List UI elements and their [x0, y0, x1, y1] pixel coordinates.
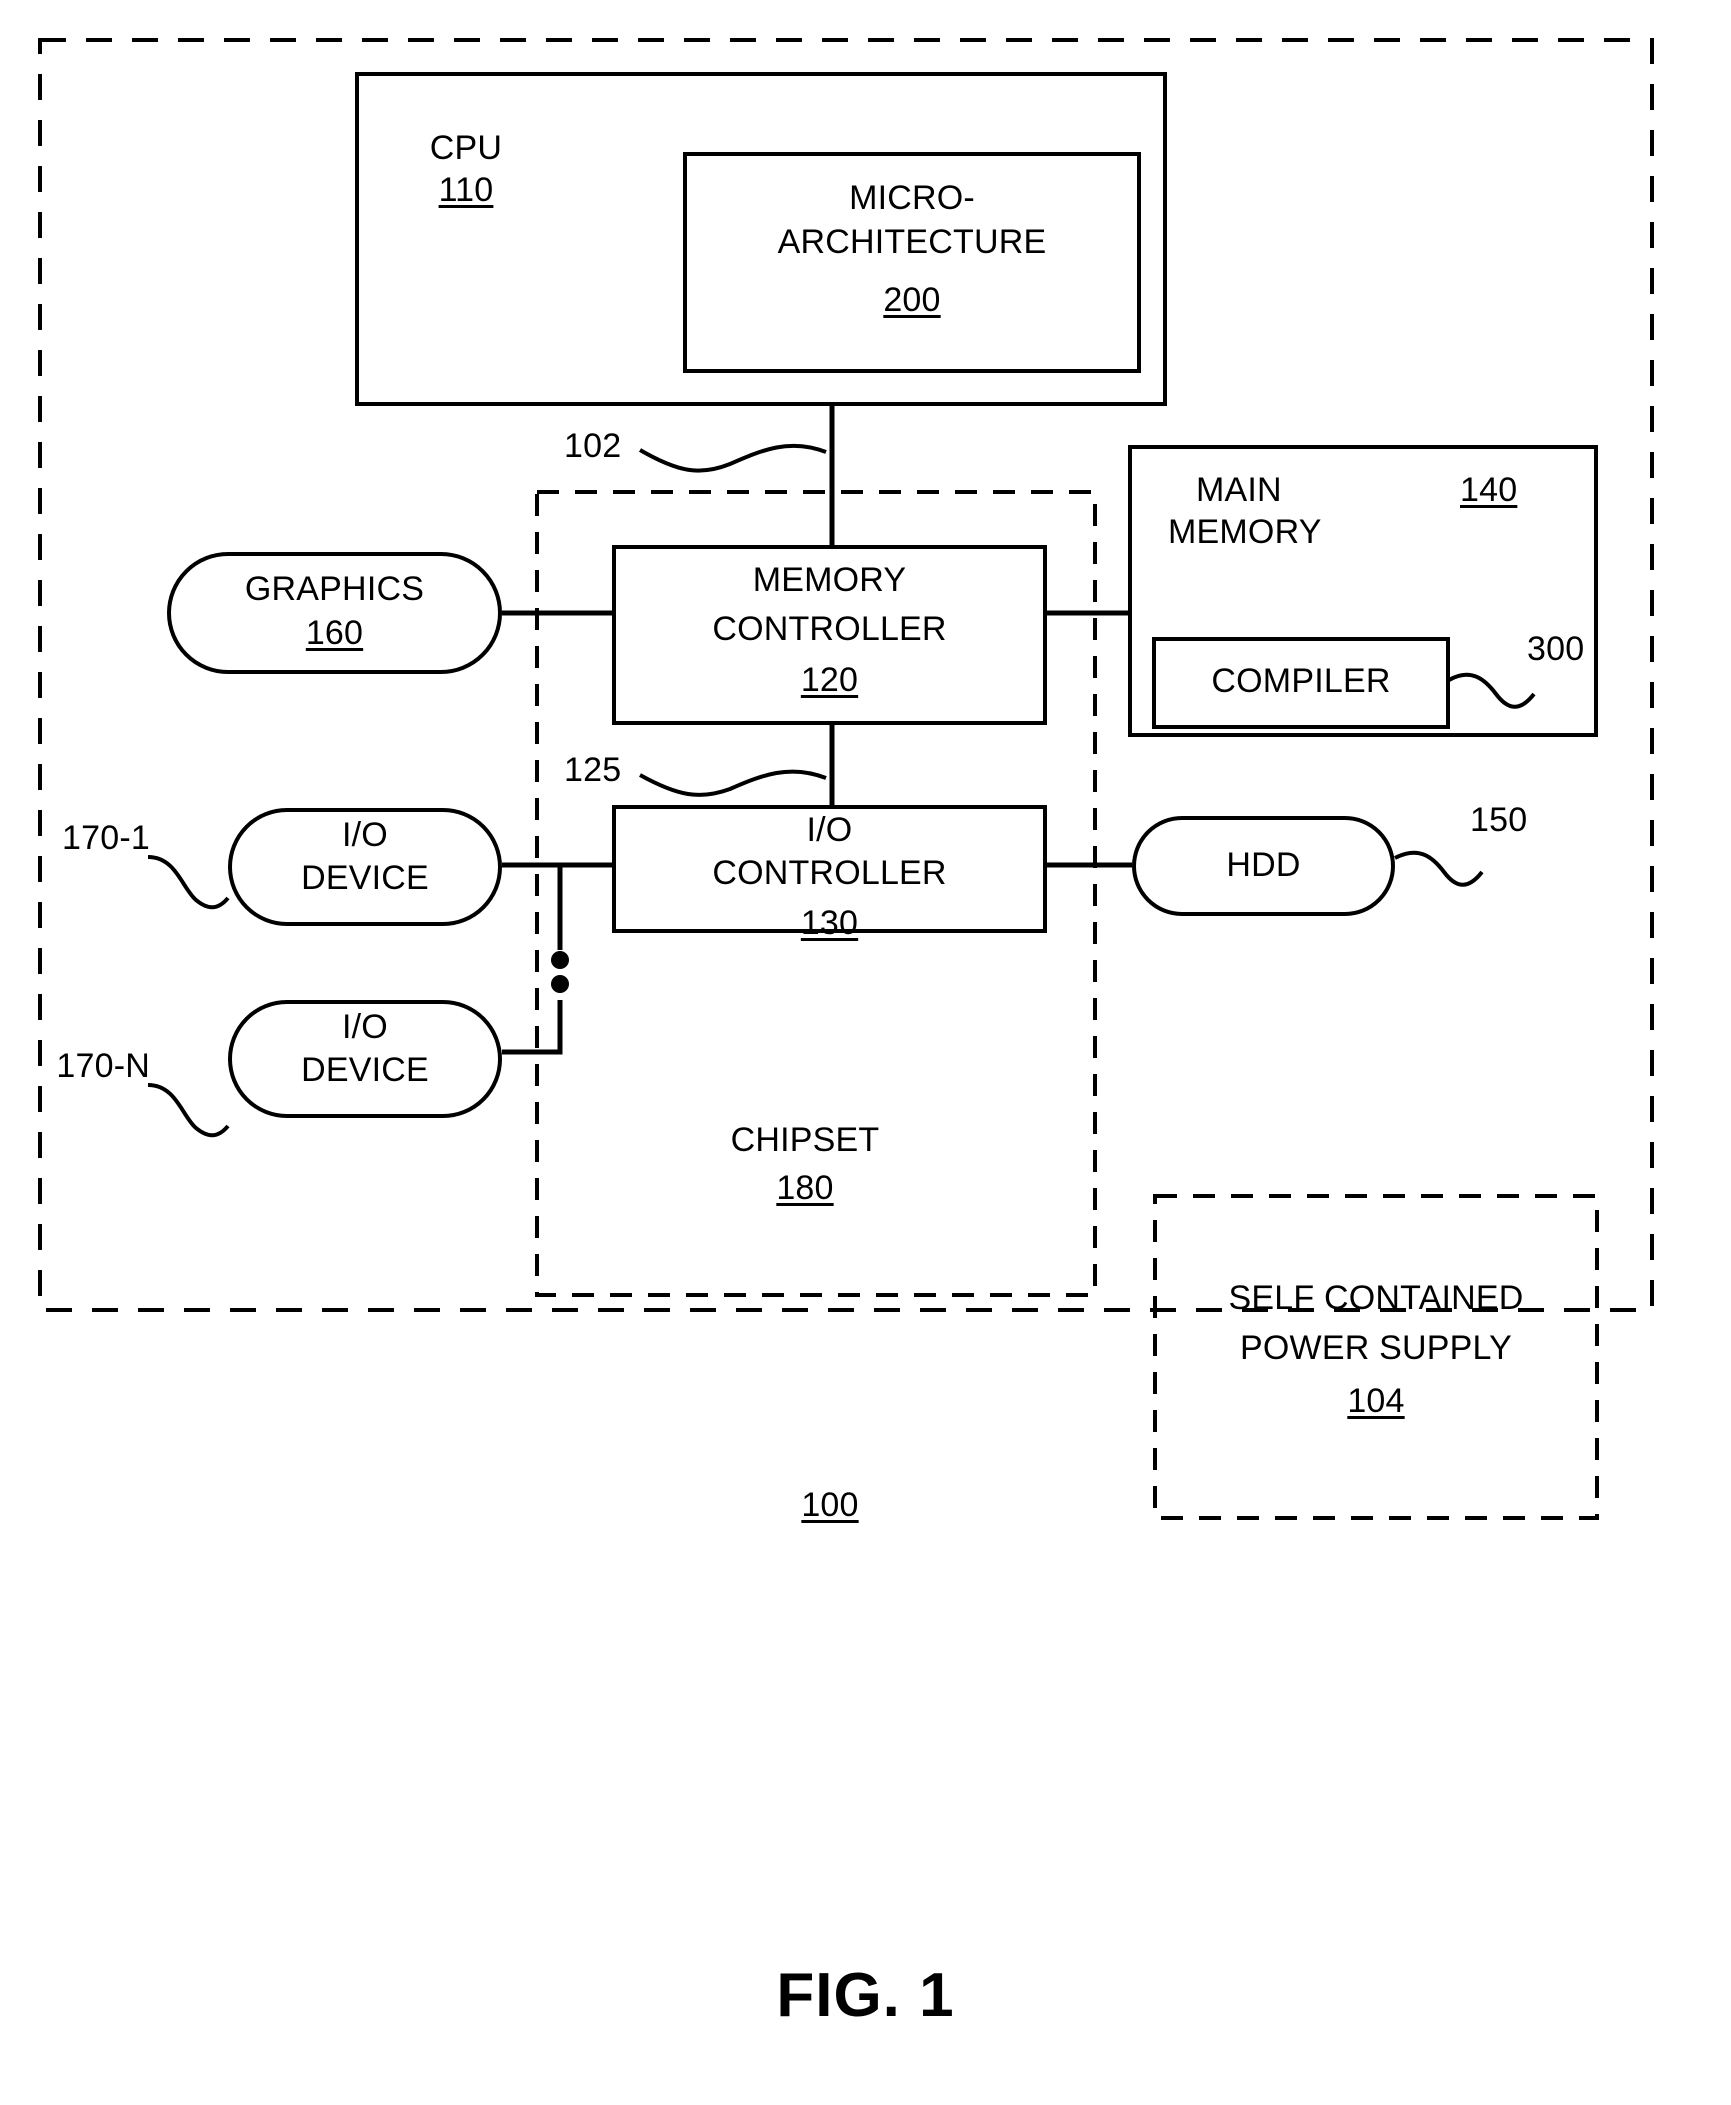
bus-125-ref: 125: [564, 751, 622, 789]
main-memory-label-line1: MAIN: [1196, 471, 1282, 509]
memory-controller-label-line1: MEMORY: [752, 561, 907, 599]
graphics-label: GRAPHICS: [244, 570, 425, 608]
io-device-1-label-line2: DEVICE: [301, 859, 429, 897]
microarchitecture-label-line1: MICRO-: [849, 179, 975, 217]
leader-squiggle-170-N: [147, 1083, 230, 1138]
hdd-ref: 150: [1470, 801, 1528, 839]
leader-squiggle-102: [638, 443, 827, 473]
leader-squiggle-170-1: [147, 855, 230, 910]
compiler-label: COMPILER: [1211, 662, 1391, 700]
memory-controller-label-line2: CONTROLLER: [712, 610, 947, 648]
io-controller-ref: 130: [800, 904, 859, 942]
io-device-1-label-line1: I/O: [342, 816, 388, 854]
vertical-ellipsis-dot-2: [551, 975, 569, 993]
power-supply-label-line1: SELF CONTAINED: [1228, 1279, 1524, 1317]
io-controller-label-line1: I/O: [806, 811, 853, 849]
microarchitecture-label-line2: ARCHITECTURE: [777, 223, 1047, 261]
power-supply-ref: 104: [1347, 1382, 1405, 1420]
leader-squiggle-150: [1394, 850, 1484, 887]
figure-caption: FIG. 1: [776, 1961, 955, 2030]
io-device-n-ref: 170-N: [56, 1047, 150, 1085]
vertical-ellipsis-dot-1: [551, 951, 569, 969]
main-memory-ref: 140: [1460, 471, 1518, 509]
figure-canvas: CPU 110 MICRO- ARCHITECTURE 200 102 MEMO…: [0, 0, 1731, 2105]
system-ref-100: 100: [801, 1486, 859, 1524]
io-device-n-label-line1: I/O: [342, 1008, 388, 1046]
graphics-ref: 160: [305, 614, 364, 652]
cpu-ref: 110: [438, 171, 494, 209]
io-device-n-label-line2: DEVICE: [301, 1051, 429, 1089]
leader-squiggle-125: [639, 769, 827, 797]
io-device-1-ref: 170-1: [62, 819, 150, 857]
memory-controller-ref: 120: [800, 661, 859, 699]
power-supply-label-line2: POWER SUPPLY: [1240, 1329, 1512, 1367]
main-memory-label-line2: MEMORY: [1168, 513, 1322, 551]
hdd-label: HDD: [1226, 846, 1301, 884]
io-controller-label-line2: CONTROLLER: [712, 854, 947, 892]
microarchitecture-ref: 200: [883, 281, 941, 319]
link-iodevN-ioctrl: [502, 1000, 563, 1055]
chipset-ref: 180: [776, 1169, 834, 1207]
cpu-label: CPU: [429, 129, 503, 167]
compiler-ref: 300: [1527, 630, 1585, 668]
chipset-label: CHIPSET: [730, 1121, 880, 1159]
bus-102-ref: 102: [564, 427, 622, 465]
